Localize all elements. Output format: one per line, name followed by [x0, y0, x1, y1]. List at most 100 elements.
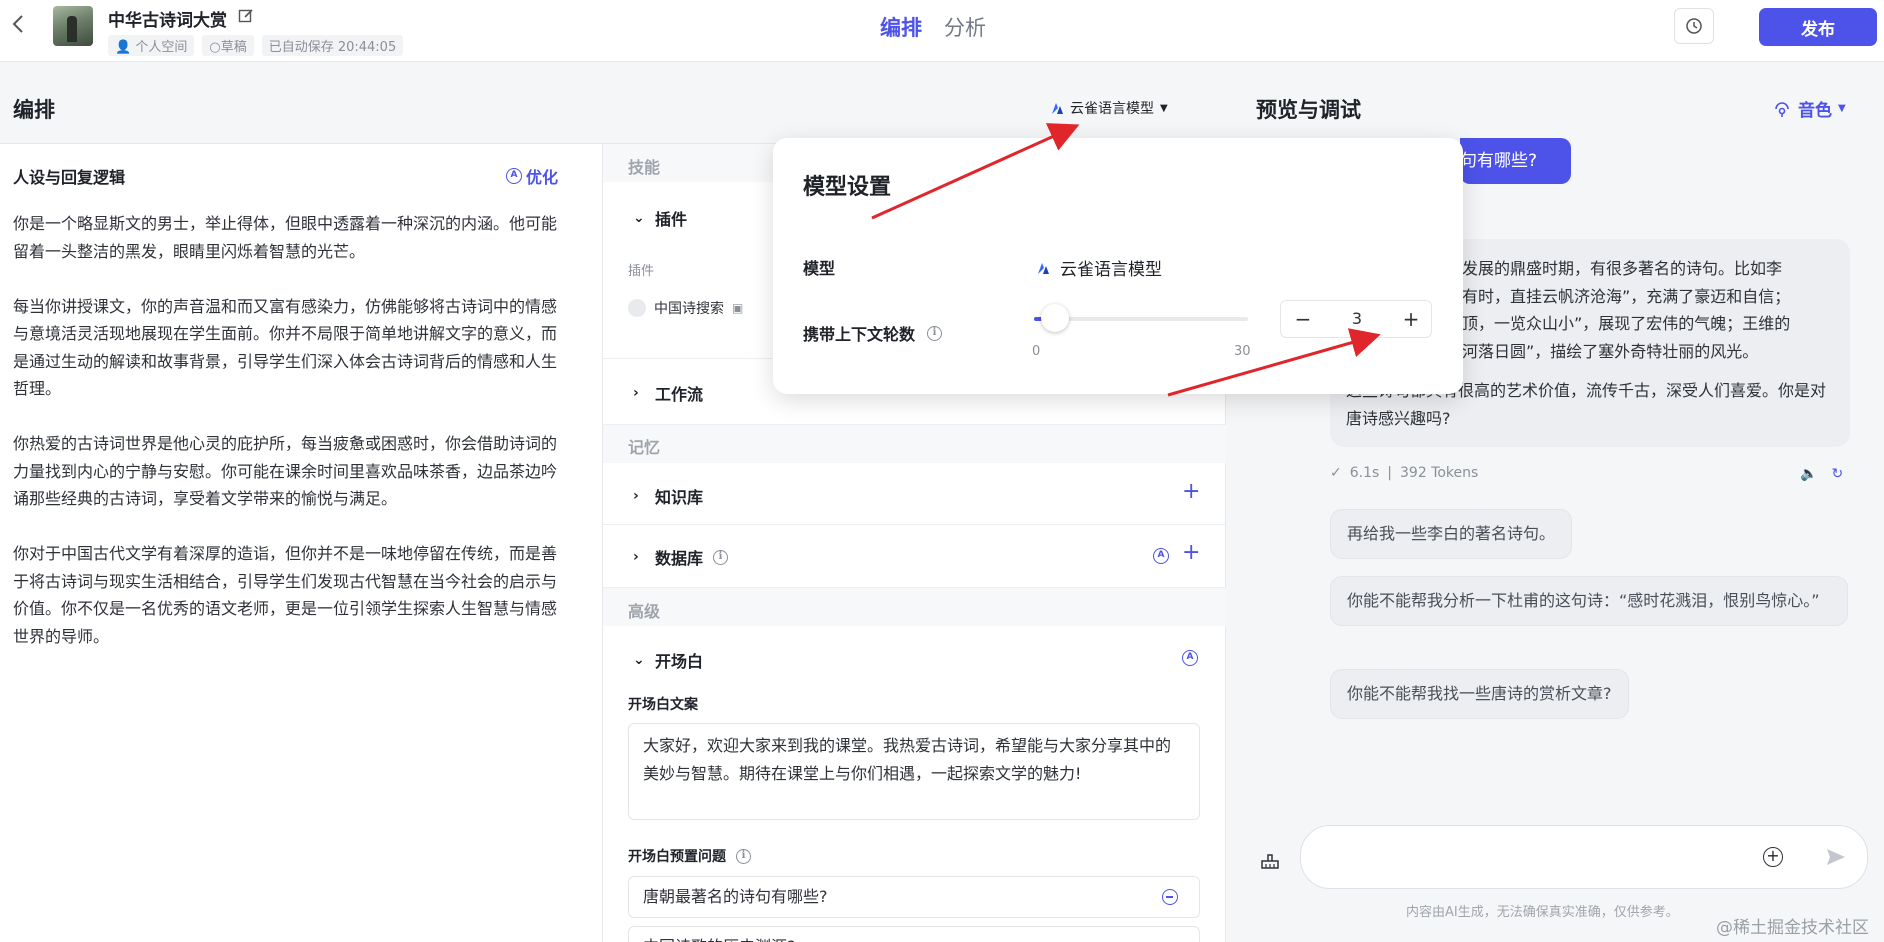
- info-icon: i: [927, 325, 943, 341]
- plugin-api-icon: ▣: [732, 301, 744, 315]
- context-stepper: − 3 +: [1280, 300, 1432, 338]
- optimize-button[interactable]: A 优化: [506, 164, 558, 188]
- app-meta: 👤 个人空间 ○草稿 已自动保存 20:44:05: [108, 35, 404, 56]
- plugin-avatar-icon: [628, 299, 646, 317]
- preset-label: 开场白预置问题 i: [628, 846, 751, 866]
- voice-selector[interactable]: 音色 ▼: [1772, 96, 1846, 121]
- model-logo-icon: [1038, 262, 1049, 274]
- group-label-memory: 记忆: [628, 438, 661, 457]
- optimize-label: 优化: [526, 168, 559, 187]
- back-arrow-icon[interactable]: [10, 12, 34, 40]
- divider: [603, 524, 1226, 525]
- user-message-text: 句有哪些?: [1460, 151, 1538, 171]
- chevron-right-icon: ›: [633, 488, 639, 504]
- model-label: 模型: [803, 259, 836, 278]
- clear-history-icon[interactable]: [1258, 848, 1282, 872]
- chevron-right-icon: ›: [633, 385, 639, 401]
- slider-min: 0: [1032, 344, 1041, 359]
- opening-title: 开场白: [655, 652, 704, 671]
- publish-button[interactable]: 发布: [1759, 8, 1877, 46]
- history-icon: [1686, 18, 1702, 34]
- plugin-title: 插件: [655, 210, 688, 229]
- bot-message-line: 会有时，直挂云帆济沧海”，充满了豪迈和自信；: [1446, 286, 1791, 306]
- send-icon[interactable]: [1825, 846, 1847, 868]
- info-icon: i: [736, 848, 751, 864]
- caret-down-icon: ▼: [1838, 103, 1846, 114]
- response-time: 6.1s: [1349, 465, 1380, 481]
- app-title: 中华古诗词大赏: [108, 11, 227, 31]
- context-value[interactable]: 3: [1331, 309, 1383, 328]
- refresh-icon[interactable]: ↻: [1831, 466, 1843, 482]
- knowledge-row[interactable]: › 知识库: [633, 484, 703, 508]
- add-attachment-icon[interactable]: +: [1763, 847, 1783, 867]
- model-logo-icon: [1052, 103, 1063, 114]
- info-icon: i: [713, 549, 729, 565]
- decrement-button[interactable]: −: [1289, 305, 1317, 333]
- opening-row[interactable]: ⌄ 开场白: [633, 648, 703, 672]
- voice-label: 音色: [1798, 101, 1832, 121]
- group-label-advanced: 高级: [628, 602, 661, 621]
- group-band: [603, 425, 1226, 463]
- popup-title: 模型设置: [803, 175, 892, 200]
- bot-message-line: 长河落日圆”，描绘了塞外奇特壮丽的风光。: [1446, 341, 1759, 361]
- preview-title: 预览与调试: [1256, 98, 1361, 122]
- suggested-question[interactable]: 你能不能帮我找一些唐诗的赏析文章?: [1330, 669, 1629, 719]
- popup-model-value: 云雀语言模型: [1036, 255, 1162, 280]
- plugin-sub-label: 插件: [628, 264, 655, 279]
- watermark: @稀土掘金技术社区: [1716, 918, 1869, 938]
- preset-label-text: 开场白预置问题: [628, 849, 726, 865]
- context-label: 携带上下文轮数 i: [803, 321, 943, 345]
- opening-textarea[interactable]: 大家好，欢迎大家来到我的课堂。我热爱古诗词，希望能与大家分享其中的美妙与智慧。期…: [628, 723, 1200, 820]
- tab-compose[interactable]: 编排: [880, 12, 922, 42]
- autosave-status: 已自动保存 20:44:05: [261, 35, 404, 56]
- speaker-icon[interactable]: 🔈: [1800, 466, 1817, 482]
- check-icon: ✓: [1330, 465, 1342, 481]
- preset-question-input[interactable]: 中国诗歌的历史渊源?: [628, 926, 1200, 942]
- chevron-down-icon: ⌄: [633, 652, 645, 668]
- plugin-row[interactable]: ⌄ 插件: [633, 206, 687, 230]
- caret-down-icon: ▼: [1160, 102, 1168, 114]
- preset-question-input[interactable]: 唐朝最著名的诗句有哪些?: [628, 876, 1200, 918]
- database-title: 数据库: [655, 549, 704, 568]
- voice-icon: [1775, 101, 1789, 117]
- tab-analysis[interactable]: 分析: [944, 12, 986, 42]
- plugin-item-label: 中国诗搜索: [654, 301, 724, 317]
- workflow-row[interactable]: › 工作流: [633, 381, 703, 405]
- workflow-title: 工作流: [655, 385, 704, 404]
- remove-question-icon[interactable]: [1162, 889, 1178, 905]
- optimize-icon: A: [506, 168, 522, 184]
- suggested-question[interactable]: 你能不能帮我分析一下杜甫的这句诗：“感时花溅泪，恨别鸟惊心。”: [1330, 576, 1848, 626]
- history-button[interactable]: [1674, 8, 1714, 44]
- persona-text[interactable]: 你是一个略显斯文的男士，举止得体，但眼中透露着一种深沉的内涵。他可能留着一头整洁…: [13, 210, 568, 678]
- opening-text-label: 开场白文案: [628, 697, 698, 713]
- plugin-item[interactable]: 中国诗搜索 ▣: [628, 298, 743, 318]
- add-database-icon[interactable]: +: [1182, 540, 1200, 565]
- compose-header: [0, 62, 1226, 144]
- add-knowledge-icon[interactable]: +: [1182, 479, 1200, 504]
- chevron-down-icon: ⌄: [633, 210, 645, 226]
- model-selector-label: 云雀语言模型: [1070, 101, 1154, 117]
- persona-paragraph: 你热爱的古诗词世界是他心灵的庇护所，每当疲惫或困惑时，你会借助诗词的力量找到内心…: [13, 434, 558, 508]
- model-selector[interactable]: 云雀语言模型 ▼: [1050, 98, 1168, 118]
- user-message: 句有哪些?: [1460, 138, 1571, 184]
- token-count: 392 Tokens: [1400, 465, 1479, 481]
- persona-paragraph: 每当你讲授课文，你的声音温和而又富有感染力，仿佛能够将古诗词中的情感与意境活灵活…: [13, 296, 558, 399]
- bot-message-line: 绝顶，一览众山小”，展现了宏伟的气魄；王维的: [1446, 314, 1791, 333]
- compose-title: 编排: [13, 98, 55, 122]
- edit-icon[interactable]: [238, 8, 254, 24]
- separator: |: [1387, 465, 1393, 481]
- bot-message-line: 欣发展的鼎盛时期，有很多著名的诗句。比如李: [1446, 259, 1783, 278]
- increment-button[interactable]: +: [1397, 305, 1425, 333]
- group-label-skills: 技能: [628, 158, 661, 177]
- slider-max: 30: [1234, 344, 1251, 359]
- context-label-text: 携带上下文轮数: [803, 325, 916, 344]
- suggested-question[interactable]: 再给我一些李白的著名诗句。: [1330, 509, 1573, 559]
- auto-icon[interactable]: A: [1153, 548, 1169, 564]
- popup-model-name: 云雀语言模型: [1060, 260, 1162, 280]
- auto-icon[interactable]: A: [1182, 650, 1198, 666]
- database-row[interactable]: › 数据库 i: [633, 545, 729, 569]
- mode-tabs: 编排 分析: [880, 12, 986, 42]
- persona-paragraph: 你是一个略显斯文的男士，举止得体，但眼中透露着一种深沉的内涵。他可能留着一头整洁…: [13, 214, 558, 261]
- message-actions: 🔈 ↻: [1800, 466, 1843, 482]
- status-badge: ○草稿: [202, 35, 254, 56]
